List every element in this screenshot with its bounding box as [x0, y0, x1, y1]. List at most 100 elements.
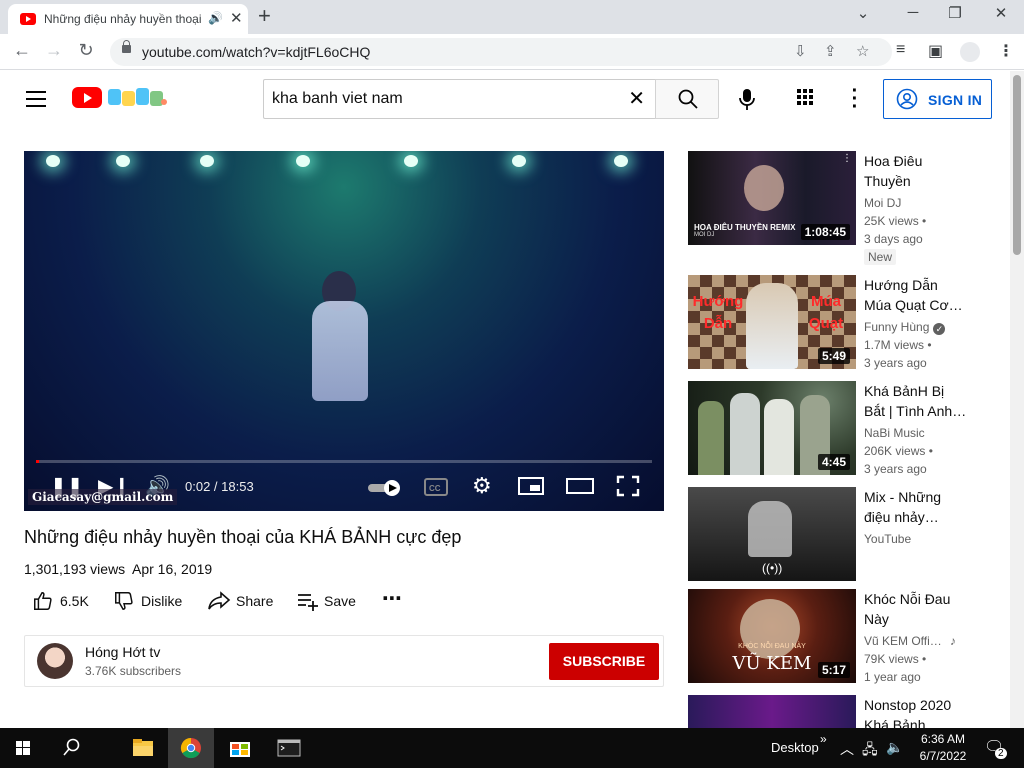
rec-title[interactable]: Khá BảnH Bị Bắt | Tình Anh… [864, 381, 968, 421]
voice-search-icon[interactable] [733, 85, 761, 113]
captions-icon[interactable]: CC [424, 477, 448, 497]
thumbs-down-icon [115, 592, 133, 610]
mix-radio-icon: ((•)) [762, 561, 783, 575]
dislike-button[interactable]: Dislike [113, 590, 193, 614]
volume-tray-icon[interactable]: 🔈 [886, 739, 903, 756]
forward-button[interactable]: → [42, 40, 66, 61]
subscribe-button[interactable]: SUBSCRIBE [549, 643, 659, 680]
mix-thumbnail[interactable]: ((•)) [688, 487, 856, 581]
address-bar[interactable]: youtube.com/watch?v=kdjtFL6oCHQ ⇩ ⇪ ☆ [110, 38, 892, 66]
rec-title[interactable]: Nonstop 2020 Khá Bảnh Bản… [864, 695, 968, 728]
settings-gear-icon[interactable]: ⚙ [472, 473, 492, 499]
share-page-icon[interactable]: ⇪ [824, 42, 837, 60]
rec-title[interactable]: Hướng Dẫn Múa Quạt Cơ… [864, 275, 968, 315]
recommendation-item[interactable]: Nonstop 2020 Khá Bảnh Bản… [688, 695, 988, 728]
video-thumbnail[interactable] [688, 695, 856, 728]
verified-check-icon: ✓ [933, 323, 946, 335]
more-options-icon[interactable]: ⋮ [842, 153, 852, 164]
browser-tab[interactable]: Những điệu nhảy huyền thoại 🔊 ✕ [8, 4, 248, 34]
show-hidden-icons-icon[interactable]: ︿ [840, 739, 854, 759]
video-frame-figure [312, 301, 368, 401]
channel-name[interactable]: Hóng Hớt tv [85, 644, 160, 660]
recommendation-item[interactable]: KHÓC NỖI ĐAU NÀY VŨ KEM 5:17 Khóc Nỗi Đa… [688, 589, 988, 684]
restore-button[interactable]: ❐ [940, 4, 970, 22]
rec-channel-name: Vũ KEM Offi… [864, 634, 942, 648]
rec-channel[interactable]: YouTube [864, 532, 911, 546]
miniplayer-icon[interactable] [518, 476, 544, 496]
rec-title[interactable]: Khóc Nỗi Đau Này [864, 589, 968, 629]
chrome-icon[interactable] [168, 728, 214, 768]
browser-menu-icon[interactable]: ⋮ [998, 41, 1014, 61]
search-input[interactable]: kha banh viet nam ✕ [263, 79, 655, 119]
close-tab-icon[interactable]: ✕ [230, 9, 243, 27]
youtube-logo[interactable] [72, 87, 102, 108]
youtube-apps-icon[interactable] [797, 89, 817, 109]
share-button[interactable]: Share [207, 590, 279, 614]
rec-title[interactable]: Mix - Những điệu nhảy… [864, 487, 968, 527]
media-control-icon[interactable]: ≡ [896, 41, 905, 59]
search-icon[interactable] [48, 728, 94, 768]
video-title: Những điệu nhảy huyền thoại của KHÁ BẢNH… [24, 527, 462, 547]
page-scrollbar[interactable] [1010, 71, 1024, 728]
thumb-caption: HOA ĐIÊU THUYỀN REMIX [694, 223, 796, 232]
notification-count: 2 [995, 748, 1007, 759]
upload-date: Apr 16, 2019 [132, 561, 213, 577]
progress-bar[interactable] [36, 460, 652, 463]
channel-avatar[interactable] [37, 643, 73, 679]
rec-title[interactable]: Hoa Điêu Thuyền Remix… [864, 151, 968, 191]
side-panel-icon[interactable]: ▣ [928, 41, 943, 61]
guide-menu-icon[interactable] [26, 91, 46, 107]
close-window-button[interactable]: ✕ [986, 4, 1016, 22]
rec-channel[interactable]: Funny Hùng ✓ [864, 320, 946, 335]
audio-playing-icon[interactable]: 🔊 [208, 11, 223, 25]
clock-date[interactable]: 6/7/2022 [912, 749, 974, 763]
minimize-button[interactable]: ─ [898, 4, 928, 21]
recommendation-item[interactable]: 4:45 Khá BảnH Bị Bắt | Tình Anh… NaBi Mu… [688, 381, 988, 476]
rec-channel-name: Funny Hùng [864, 320, 930, 334]
recommendation-item[interactable]: HOA ĐIÊU THUYỀN REMIX MOI DJ 1:08:45 Hoa… [688, 151, 988, 265]
autoplay-toggle-icon[interactable] [368, 479, 404, 497]
video-thumbnail[interactable]: KHÓC NỖI ĐAU NÀY VŨ KEM 5:17 [688, 589, 856, 683]
clock-time[interactable]: 6:36 AM [918, 732, 968, 746]
network-icon[interactable]: 🖧 [862, 739, 878, 763]
bookmark-star-icon[interactable]: ☆ [856, 42, 869, 60]
more-actions-icon[interactable]: ⋯ [382, 589, 402, 614]
like-button[interactable]: 6.5K [32, 590, 96, 614]
search-button[interactable] [655, 79, 719, 119]
desktop-toolbar-label[interactable]: Desktop [771, 740, 819, 755]
youtube-favicon-icon [20, 13, 36, 25]
store-icon[interactable] [217, 728, 263, 768]
profile-avatar-icon[interactable] [960, 42, 980, 62]
video-thumbnail[interactable]: 4:45 [688, 381, 856, 475]
youtube-doodle-icon[interactable] [106, 86, 168, 108]
theater-mode-icon[interactable] [566, 476, 594, 496]
windows-start-icon[interactable] [0, 728, 46, 768]
rec-channel[interactable]: Moi DJ [864, 196, 901, 210]
video-thumbnail[interactable]: HOA ĐIÊU THUYỀN REMIX MOI DJ 1:08:45 [688, 151, 856, 245]
terminal-icon[interactable] [266, 728, 312, 768]
install-app-icon[interactable]: ⇩ [794, 42, 807, 60]
video-thumbnail[interactable]: Hướng Dẫn Múa Quạt 5:49 [688, 275, 856, 369]
tab-search-icon[interactable]: ⌄ [848, 4, 878, 22]
search-icon [678, 89, 698, 109]
sign-in-button[interactable]: SIGN IN [883, 79, 992, 119]
save-button[interactable]: Save [296, 590, 360, 614]
url-text: youtube.com/watch?v=kdjtFL6oCHQ [142, 44, 371, 60]
reload-button[interactable]: ↻ [74, 40, 98, 61]
settings-more-icon[interactable]: · · · [845, 81, 865, 117]
recommendation-item[interactable]: Hướng Dẫn Múa Quạt 5:49 Hướng Dẫn Múa Qu… [688, 275, 988, 370]
new-tab-button[interactable]: + [258, 4, 271, 28]
video-duration: 5:17 [817, 662, 850, 678]
file-explorer-icon[interactable] [120, 728, 166, 768]
share-label: Share [236, 593, 274, 609]
lock-icon[interactable] [122, 40, 131, 53]
fullscreen-icon[interactable] [616, 475, 640, 497]
rec-channel[interactable]: NaBi Music [864, 426, 925, 440]
recommendation-item[interactable]: ((•)) Mix - Những điệu nhảy… YouTube [688, 487, 988, 581]
toolbar-expand-icon[interactable]: » [820, 732, 827, 746]
back-button[interactable]: ← [10, 40, 34, 61]
scrollbar-thumb[interactable] [1013, 75, 1021, 255]
video-player[interactable]: ❚❚ ▶❙ 🔊 0:02 / 18:53 CC ⚙ Giacasay@gmail… [24, 151, 664, 511]
clear-search-icon[interactable]: ✕ [628, 86, 645, 111]
rec-channel[interactable]: Vũ KEM Offi… ♪ [864, 634, 956, 648]
